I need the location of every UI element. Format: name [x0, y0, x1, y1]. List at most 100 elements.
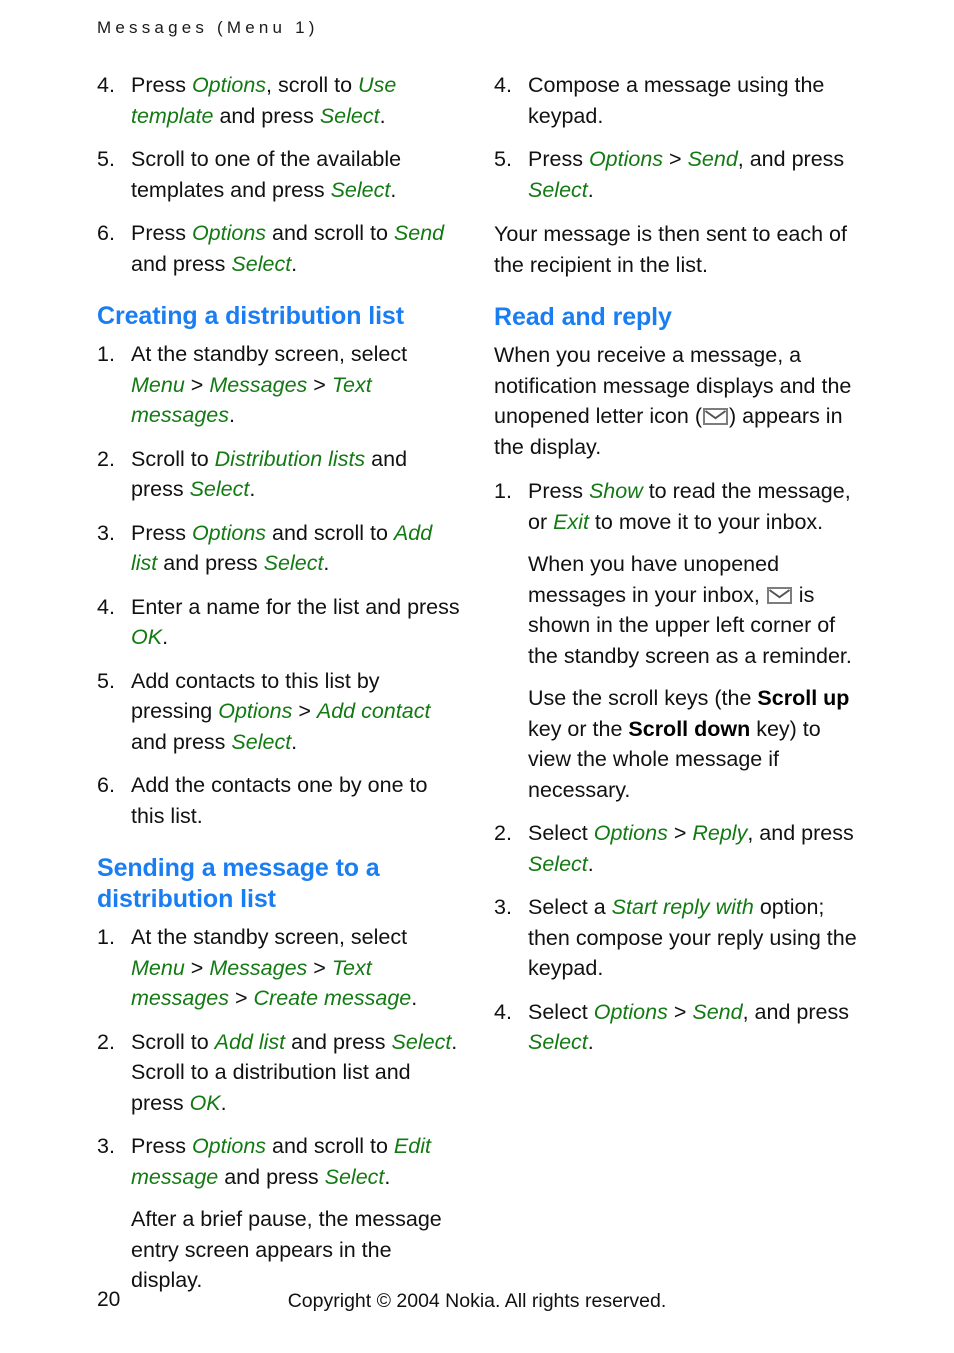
- list-item: 2. Scroll to Add list and press Select. S…: [97, 1027, 462, 1119]
- ui-term: Messages: [209, 372, 308, 397]
- ui-term: Select: [231, 251, 292, 276]
- list-item-number: 2.: [97, 446, 115, 471]
- list-item-subparagraph: Use the scroll keys (the Scroll up key o…: [528, 683, 859, 805]
- list-item-number: 4.: [97, 73, 115, 97]
- body-text: and press: [213, 103, 320, 128]
- menu-separator: >: [307, 372, 332, 397]
- body-text: and scroll to: [266, 1134, 394, 1158]
- ui-term: Options: [191, 221, 267, 245]
- list-item: 1. At the standby screen, select Menu > M…: [97, 339, 462, 431]
- ui-term: Exit: [553, 509, 589, 534]
- ui-term: Reply: [692, 821, 748, 845]
- body-text: At the standby screen, select: [131, 925, 408, 949]
- body-text: .: [587, 851, 594, 876]
- body-text: .: [162, 625, 169, 649]
- list-item-text: Press Options and scroll to Send and pre…: [131, 221, 444, 276]
- list-item-number: 1.: [97, 925, 115, 949]
- body-text: and press: [157, 551, 264, 575]
- list-item: 4. Press Options, scroll to Use template …: [97, 70, 462, 131]
- step-list-creating-distribution-list: 1. At the standby screen, select Menu > M…: [97, 339, 462, 831]
- list-item: 4. Compose a message using the keypad.: [494, 70, 859, 131]
- body-text: .: [384, 1164, 391, 1189]
- list-item-text: At the standby screen, select Menu > Mes…: [131, 342, 407, 427]
- body-text: .: [411, 986, 418, 1010]
- body-text: and scroll to: [266, 520, 394, 545]
- step-list-use-template: 4. Press Options, scroll to Use template …: [97, 70, 462, 279]
- list-item-number: 4.: [97, 594, 115, 619]
- menu-separator: >: [663, 147, 688, 171]
- list-item-text: Press Options > Send, and press Select.: [528, 147, 844, 202]
- menu-separator: >: [667, 999, 693, 1024]
- paragraph-notification-letter-icon: When you receive a message, a notificati…: [494, 340, 859, 462]
- menu-separator: >: [229, 986, 254, 1010]
- list-item: 3. Press Options and scroll to Edit messa…: [97, 1131, 462, 1296]
- list-item-text: Press Options and scroll to Add list and…: [131, 521, 432, 576]
- body-text: , and press: [747, 821, 854, 845]
- ui-term: Select: [330, 177, 391, 202]
- body-text: key or the: [528, 716, 629, 741]
- body-text: Press: [528, 479, 589, 503]
- section-heading-creating-a-distribution-list: Creating a distribution list: [97, 302, 404, 330]
- body-text: , and press: [737, 147, 845, 171]
- paragraph-message-sent-note: Your message is then sent to each of the…: [494, 219, 859, 280]
- body-text: and press: [131, 729, 232, 754]
- list-item: 5. Press Options > Send, and press Select…: [494, 144, 859, 205]
- list-item-text: Press Options, scroll to Use template an…: [131, 73, 396, 128]
- list-item: 4. Select Options > Send, and press Selec…: [494, 997, 859, 1058]
- list-item-number: 5.: [494, 147, 512, 171]
- list-item-number: 2.: [494, 821, 512, 845]
- body-text: .: [249, 477, 256, 501]
- menu-separator: >: [667, 821, 693, 845]
- body-text: .: [229, 403, 235, 427]
- menu-separator: >: [184, 955, 210, 980]
- ui-term: Select: [324, 1164, 385, 1189]
- list-item-text: Compose a message using the keypad.: [528, 73, 824, 128]
- ui-term: Select: [528, 177, 588, 202]
- menu-separator: >: [292, 699, 317, 723]
- body-text: .: [323, 551, 330, 575]
- ui-term: Add list: [214, 1029, 286, 1054]
- body-text: Compose a message using the keypad.: [528, 73, 825, 128]
- body-text: and press: [131, 251, 232, 276]
- list-item: 1. At the standby screen, select Menu > M…: [97, 922, 462, 1014]
- ui-term: Options: [191, 520, 267, 545]
- ui-term: Options: [218, 699, 293, 723]
- ui-term: Options: [593, 999, 668, 1024]
- list-item-number: 6.: [97, 773, 115, 797]
- body-text: After a brief pause, the message entry s…: [131, 1207, 442, 1292]
- list-item: 5. Add contacts to this list by pressing …: [97, 666, 462, 758]
- list-item-number: 6.: [97, 221, 115, 245]
- body-text: Scroll to: [131, 446, 215, 471]
- list-item: 6. Press Options and scroll to Send and p…: [97, 218, 462, 279]
- body-text: , scroll to: [266, 73, 359, 97]
- body-text: Scroll to: [131, 1029, 215, 1054]
- list-item-text: Scroll to Add list and press Select. Scr…: [131, 1030, 457, 1115]
- menu-separator: >: [307, 955, 332, 980]
- ui-term: Options: [191, 73, 267, 97]
- list-item-number: 1.: [494, 479, 512, 503]
- ui-term: Select: [528, 1030, 588, 1054]
- list-item-text: Press Options and scroll to Edit message…: [131, 1134, 431, 1189]
- list-item-number: 5.: [97, 147, 115, 171]
- menu-separator: >: [184, 372, 210, 397]
- list-item-text: Scroll to Distribution lists and press S…: [131, 447, 407, 502]
- body-text: to move it to your inbox.: [588, 509, 824, 534]
- ui-term: Select: [391, 1029, 452, 1054]
- copyright-notice: Copyright © 2004 Nokia. All rights reser…: [287, 1290, 667, 1312]
- body-text: .: [587, 1030, 594, 1054]
- ui-term: Options: [588, 147, 664, 171]
- body-text: Use the scroll keys (the: [528, 686, 758, 710]
- body-text: .: [379, 103, 386, 128]
- list-item-text: Select Options > Reply, and press Select…: [528, 821, 854, 876]
- list-item-text: Select a Start reply with option; then c…: [528, 895, 857, 980]
- body-text: Press: [131, 520, 192, 545]
- body-text: .: [220, 1090, 227, 1115]
- ui-term: Messages: [209, 955, 308, 980]
- list-item: 2. Select Options > Reply, and press Sele…: [494, 818, 859, 879]
- list-item-subparagraph: When you have unopened messages in your …: [528, 549, 859, 671]
- step-list-read-and-reply: 1. Press Show to read the message, or Exi…: [494, 476, 859, 1058]
- page-footer: 20 Copyright © 2004 Nokia. All rights re…: [0, 1288, 954, 1318]
- body-text: Your message is then sent to each of the…: [494, 222, 847, 277]
- body-text: Select a: [528, 895, 612, 919]
- body-text: At the standby screen, select: [131, 342, 408, 366]
